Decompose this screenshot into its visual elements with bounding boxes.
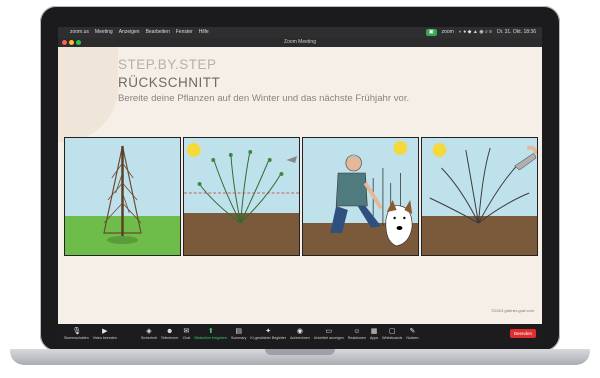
whiteboard-icon: ▢: [388, 327, 396, 335]
notes-icon: ✎: [409, 327, 416, 335]
captions-label: Untertitel anzeigen: [313, 335, 344, 340]
slide-copyright: ©2023 gärtner-graf.com: [491, 308, 534, 313]
security-button[interactable]: ◈ Sicherheit: [141, 324, 157, 343]
ai-companion-icon: ✦: [265, 327, 272, 335]
ai-companion-button[interactable]: ✦ KI-gestützter Begleiter: [250, 324, 286, 343]
chat-icon: ✉: [183, 327, 190, 335]
shared-slide: STEP.BY.STEP RÜCKSCHNITT Bereite deine P…: [58, 47, 542, 324]
zoom-status-label: zoom: [441, 29, 454, 35]
security-label: Sicherheit: [140, 335, 157, 340]
mute-label: Stummschalten: [64, 335, 89, 340]
watermark-shape: [58, 47, 118, 142]
screen: zoom.us Meeting Anzeigen Bearbeiten Fens…: [58, 27, 542, 343]
zoom-status-badge[interactable]: ▣: [425, 29, 437, 36]
shield-icon: ◈: [146, 327, 152, 335]
participants-icon: ☻: [165, 327, 174, 335]
illustration-tree: [64, 137, 181, 256]
share-screen-icon: ⬆: [207, 327, 214, 335]
menu-anzeigen[interactable]: Anzeigen: [119, 27, 140, 38]
share-screen-button[interactable]: ⬆ Bildschirm freigeben: [194, 324, 227, 343]
summary-label: Summary: [231, 335, 247, 340]
captions-button[interactable]: ▭ Untertitel anzeigen: [314, 324, 344, 343]
illustration-strip: [64, 137, 538, 256]
menu-hilfe[interactable]: Hilfe: [199, 27, 209, 38]
notes-label: Notizen: [406, 335, 419, 340]
record-button[interactable]: ◉ Aufzeichnen: [290, 324, 310, 343]
slide-subtitle: Bereite deine Pflanzen auf den Winter un…: [118, 93, 410, 104]
whiteboards-button[interactable]: ▢ Whiteboards: [382, 324, 402, 343]
mac-menubar: zoom.us Meeting Anzeigen Bearbeiten Fens…: [58, 27, 542, 38]
window-titlebar: Zoom Meeting: [58, 38, 542, 47]
menu-meeting[interactable]: Meeting: [95, 27, 113, 38]
menu-fenster[interactable]: Fenster: [176, 27, 193, 38]
ai-companion-label: KI-gestützter Begleiter: [250, 335, 286, 340]
illustration-gardener-dog: [302, 137, 419, 256]
chat-label: Chat: [182, 335, 191, 340]
apps-label: Apps: [369, 335, 379, 340]
reactions-label: Reaktionen: [347, 335, 366, 340]
minimize-window-icon[interactable]: [69, 40, 74, 45]
menu-bearbeiten[interactable]: Bearbeiten: [146, 27, 170, 38]
apps-button[interactable]: ▦ Apps: [370, 324, 378, 343]
summary-button[interactable]: ▤ Summary: [231, 324, 246, 343]
mute-button[interactable]: 🎙 Stummschalten: [64, 324, 89, 343]
slide-heading-title: RÜCKSCHNITT: [118, 75, 221, 90]
participants-label: Teilnehmer: [160, 335, 179, 340]
participants-button[interactable]: ☻ Teilnehmer: [161, 324, 179, 343]
reactions-button[interactable]: ☺ Reaktionen: [348, 324, 366, 343]
menu-app-name[interactable]: zoom.us: [70, 27, 89, 38]
zoom-toolbar: 🎙 Stummschalten ▶ Video beenden ◈ Sicherhei…: [58, 324, 542, 343]
status-icons[interactable]: ◐ ● ◆ ▲ ◉ ⌕ ≡: [459, 27, 492, 38]
stop-video-button[interactable]: ▶ Video beenden: [93, 324, 117, 343]
laptop-notch: [265, 349, 335, 355]
video-camera-icon: ▶: [102, 327, 108, 335]
stop-video-label: Video beenden: [92, 335, 117, 340]
record-icon: ◉: [296, 327, 303, 335]
whiteboards-label: Whiteboards: [382, 335, 403, 340]
menubar-clock[interactable]: Di. 31. Okt. 18:36: [497, 27, 536, 38]
window-title: Zoom Meeting: [284, 39, 316, 45]
chat-button[interactable]: ✉ Chat: [182, 324, 191, 343]
slide-heading-step: STEP.BY.STEP: [118, 57, 217, 72]
laptop-frame: zoom.us Meeting Anzeigen Bearbeiten Fens…: [0, 0, 600, 378]
notes-button[interactable]: ✎ Notizen: [406, 324, 418, 343]
summary-icon: ▤: [235, 327, 243, 335]
microphone-icon: 🎙: [72, 327, 82, 335]
apps-icon: ▦: [370, 327, 378, 335]
share-screen-label: Bildschirm freigeben: [194, 335, 228, 340]
end-meeting-button[interactable]: Beenden: [509, 329, 536, 338]
record-label: Aufzeichnen: [289, 335, 310, 340]
captions-icon: ▭: [325, 327, 333, 335]
illustration-shrub: [183, 137, 300, 256]
illustration-pruned-shrub: [421, 137, 538, 256]
reactions-icon: ☺: [353, 327, 361, 335]
close-window-icon[interactable]: [62, 40, 67, 45]
maximize-window-icon[interactable]: [76, 40, 81, 45]
